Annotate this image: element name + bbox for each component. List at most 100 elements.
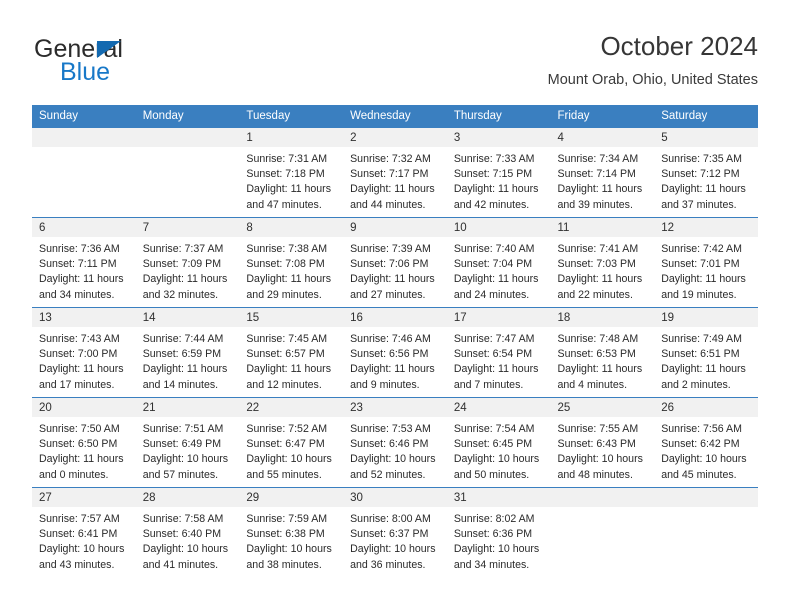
detail-daylight2: and 14 minutes.: [142, 378, 219, 391]
detail-daylight1: Daylight: 11 hours: [557, 183, 643, 196]
calendar-day-cell[interactable]: 7 Sunrise: 7:37 AM Sunset: 7:09 PM Daylight…: [135, 217, 240, 308]
detail-daylight1: Daylight: 10 hours: [142, 453, 229, 466]
detail-daylight2: and 0 minutes.: [39, 468, 109, 481]
day-number: [135, 128, 240, 147]
calendar-day-cell[interactable]: 16 Sunrise: 7:46 AM Sunset: 6:56 PM Dayligh…: [343, 307, 447, 398]
detail-daylight1: Daylight: 11 hours: [453, 183, 539, 196]
calendar-day-cell[interactable]: 13 Sunrise: 7:43 AM Sunset: 7:00 PM Dayligh…: [32, 307, 136, 398]
day-number: 19: [654, 308, 758, 327]
day-number: 2: [343, 128, 447, 147]
detail-sunrise: Sunrise: 7:55 AM: [557, 423, 639, 435]
detail-daylight1: Daylight: 11 hours: [557, 273, 643, 286]
calendar-day-cell[interactable]: 20 Sunrise: 7:50 AM Sunset: 6:50 PM Dayligh…: [32, 397, 136, 488]
calendar-day-cell[interactable]: 12 Sunrise: 7:42 AM Sunset: 7:01 PM Dayligh…: [654, 217, 758, 308]
calendar-day-cell[interactable]: 2 Sunrise: 7:32 AM Sunset: 7:17 PM Daylight…: [343, 128, 447, 218]
detail-daylight1: Daylight: 11 hours: [39, 363, 124, 376]
detail-sunset: Sunset: 6:43 PM: [557, 438, 636, 451]
detail-sunrise: Sunrise: 7:44 AM: [142, 333, 224, 345]
calendar-day-cell[interactable]: 4 Sunrise: 7:34 AM Sunset: 7:14 PM Daylight…: [550, 128, 655, 218]
detail-sunset: Sunset: 7:12 PM: [661, 168, 740, 181]
calendar-day-cell[interactable]: 11 Sunrise: 7:41 AM Sunset: 7:03 PM Dayligh…: [550, 217, 655, 308]
calendar-day-cell[interactable]: 29 Sunrise: 7:59 AM Sunset: 6:38 PM Dayligh…: [239, 487, 344, 577]
day-number: 5: [654, 128, 758, 147]
calendar-day-cell[interactable]: 14 Sunrise: 7:44 AM Sunset: 6:59 PM Dayligh…: [135, 307, 240, 398]
detail-sunrise: Sunrise: 7:31 AM: [246, 153, 328, 165]
detail-daylight1: Daylight: 11 hours: [661, 183, 746, 196]
day-details: Sunrise: 7:45 AM Sunset: 6:57 PM Daylight:…: [239, 327, 343, 393]
day-details: Sunrise: 7:35 AM Sunset: 7:12 PM Daylight:…: [654, 147, 758, 213]
detail-daylight2: and 50 minutes.: [453, 468, 530, 481]
day-details: Sunrise: 7:55 AM Sunset: 6:43 PM Daylight:…: [551, 417, 655, 483]
day-details: Sunrise: 7:53 AM Sunset: 6:46 PM Daylight:…: [343, 417, 447, 483]
calendar-day-cell[interactable]: 31 Sunrise: 8:02 AM Sunset: 6:36 PM Dayligh…: [446, 487, 551, 577]
detail-sunrise: Sunrise: 7:47 AM: [453, 333, 535, 345]
day-number: 27: [32, 488, 136, 507]
day-details: Sunrise: 7:57 AM Sunset: 6:41 PM Daylight:…: [32, 507, 136, 573]
detail-daylight1: Daylight: 11 hours: [142, 363, 228, 376]
calendar-cell-empty: [550, 487, 655, 577]
day-details: Sunrise: 7:49 AM Sunset: 6:51 PM Daylight:…: [654, 327, 758, 393]
day-details: Sunrise: 7:44 AM Sunset: 6:59 PM Daylight:…: [136, 327, 240, 393]
calendar-day-cell[interactable]: 10 Sunrise: 7:40 AM Sunset: 7:04 PM Dayligh…: [446, 217, 551, 308]
weekday-header-monday: Monday: [135, 105, 240, 128]
general-blue-logo[interactable]: General Blue: [34, 36, 264, 88]
calendar-day-cell[interactable]: 3 Sunrise: 7:33 AM Sunset: 7:15 PM Daylight…: [446, 128, 551, 218]
day-number: 20: [32, 398, 136, 417]
calendar-day-cell[interactable]: 8 Sunrise: 7:38 AM Sunset: 7:08 PM Daylight…: [239, 217, 344, 308]
calendar-day-cell[interactable]: 28 Sunrise: 7:58 AM Sunset: 6:40 PM Dayligh…: [135, 487, 240, 577]
detail-sunset: Sunset: 6:40 PM: [142, 528, 222, 541]
detail-daylight2: and 19 minutes.: [661, 288, 737, 301]
weekday-header: Sunday Monday Tuesday Wednesday Thursday Frid…: [32, 105, 758, 128]
detail-daylight2: and 42 minutes.: [453, 198, 530, 211]
detail-sunrise: Sunrise: 7:57 AM: [39, 513, 120, 525]
day-details: Sunrise: 7:33 AM Sunset: 7:15 PM Daylight:…: [447, 147, 551, 213]
calendar-day-cell[interactable]: 9 Sunrise: 7:39 AM Sunset: 7:06 PM Daylight…: [343, 217, 447, 308]
calendar-day-cell[interactable]: 27 Sunrise: 7:57 AM Sunset: 6:41 PM Dayligh…: [32, 487, 136, 577]
detail-sunrise: Sunrise: 7:43 AM: [39, 333, 120, 345]
day-number: 28: [135, 488, 240, 507]
detail-daylight1: Daylight: 10 hours: [246, 543, 332, 556]
calendar-day-cell[interactable]: 26 Sunrise: 7:56 AM Sunset: 6:42 PM Dayligh…: [654, 397, 758, 488]
day-details: Sunrise: 8:00 AM Sunset: 6:37 PM Daylight:…: [343, 507, 447, 573]
day-number: 22: [239, 398, 344, 417]
page-title: October 2024: [600, 31, 758, 61]
day-number: 13: [32, 308, 136, 327]
calendar-day-cell[interactable]: 30 Sunrise: 8:00 AM Sunset: 6:37 PM Dayligh…: [343, 487, 447, 577]
day-number: 24: [446, 398, 551, 417]
detail-daylight1: Daylight: 11 hours: [246, 183, 332, 196]
day-details: Sunrise: 7:31 AM Sunset: 7:18 PM Daylight:…: [239, 147, 343, 213]
day-details: Sunrise: 7:58 AM Sunset: 6:40 PM Daylight:…: [136, 507, 240, 573]
calendar-day-cell[interactable]: 19 Sunrise: 7:49 AM Sunset: 6:51 PM Dayligh…: [654, 307, 758, 398]
calendar-cell-empty: [135, 128, 240, 218]
calendar-day-cell[interactable]: 17 Sunrise: 7:47 AM Sunset: 6:54 PM Dayligh…: [446, 307, 551, 398]
detail-daylight2: and 17 minutes.: [39, 378, 115, 391]
detail-sunrise: Sunrise: 7:37 AM: [142, 243, 224, 255]
weekday-header-saturday: Saturday: [654, 105, 758, 128]
detail-daylight2: and 41 minutes.: [142, 558, 219, 571]
detail-daylight2: and 39 minutes.: [557, 198, 633, 211]
page-subtitle: Mount Orab, Ohio, United States: [547, 72, 758, 88]
calendar-day-cell[interactable]: 21 Sunrise: 7:51 AM Sunset: 6:49 PM Dayligh…: [135, 397, 240, 488]
detail-daylight1: Daylight: 11 hours: [350, 183, 435, 196]
detail-daylight1: Daylight: 11 hours: [142, 273, 228, 286]
day-details: Sunrise: 7:43 AM Sunset: 7:00 PM Daylight:…: [32, 327, 136, 393]
day-details: Sunrise: 7:50 AM Sunset: 6:50 PM Daylight:…: [32, 417, 136, 483]
day-number: 25: [550, 398, 655, 417]
day-number: 18: [550, 308, 655, 327]
day-details: Sunrise: 7:41 AM Sunset: 7:03 PM Daylight:…: [551, 237, 655, 303]
day-details: Sunrise: 7:42 AM Sunset: 7:01 PM Daylight:…: [654, 237, 758, 303]
detail-sunrise: Sunrise: 7:42 AM: [661, 243, 742, 255]
calendar-day-cell[interactable]: 6 Sunrise: 7:36 AM Sunset: 7:11 PM Daylight…: [32, 217, 136, 308]
calendar-day-cell[interactable]: 22 Sunrise: 7:52 AM Sunset: 6:47 PM Dayligh…: [239, 397, 344, 488]
detail-daylight1: Daylight: 11 hours: [350, 363, 435, 376]
calendar-day-cell[interactable]: 23 Sunrise: 7:53 AM Sunset: 6:46 PM Dayligh…: [343, 397, 447, 488]
calendar-day-cell[interactable]: 1 Sunrise: 7:31 AM Sunset: 7:18 PM Daylight…: [239, 128, 344, 218]
detail-daylight2: and 48 minutes.: [557, 468, 633, 481]
calendar-day-cell[interactable]: 24 Sunrise: 7:54 AM Sunset: 6:45 PM Dayligh…: [446, 397, 551, 488]
calendar-day-cell[interactable]: 18 Sunrise: 7:48 AM Sunset: 6:53 PM Dayligh…: [550, 307, 655, 398]
detail-daylight2: and 2 minutes.: [661, 378, 731, 391]
calendar-day-cell[interactable]: 15 Sunrise: 7:45 AM Sunset: 6:57 PM Dayligh…: [239, 307, 344, 398]
calendar-day-cell[interactable]: 25 Sunrise: 7:55 AM Sunset: 6:43 PM Dayligh…: [550, 397, 655, 488]
day-details: Sunrise: 7:52 AM Sunset: 6:47 PM Daylight:…: [239, 417, 343, 483]
calendar-day-cell[interactable]: 5 Sunrise: 7:35 AM Sunset: 7:12 PM Daylight…: [654, 128, 758, 218]
